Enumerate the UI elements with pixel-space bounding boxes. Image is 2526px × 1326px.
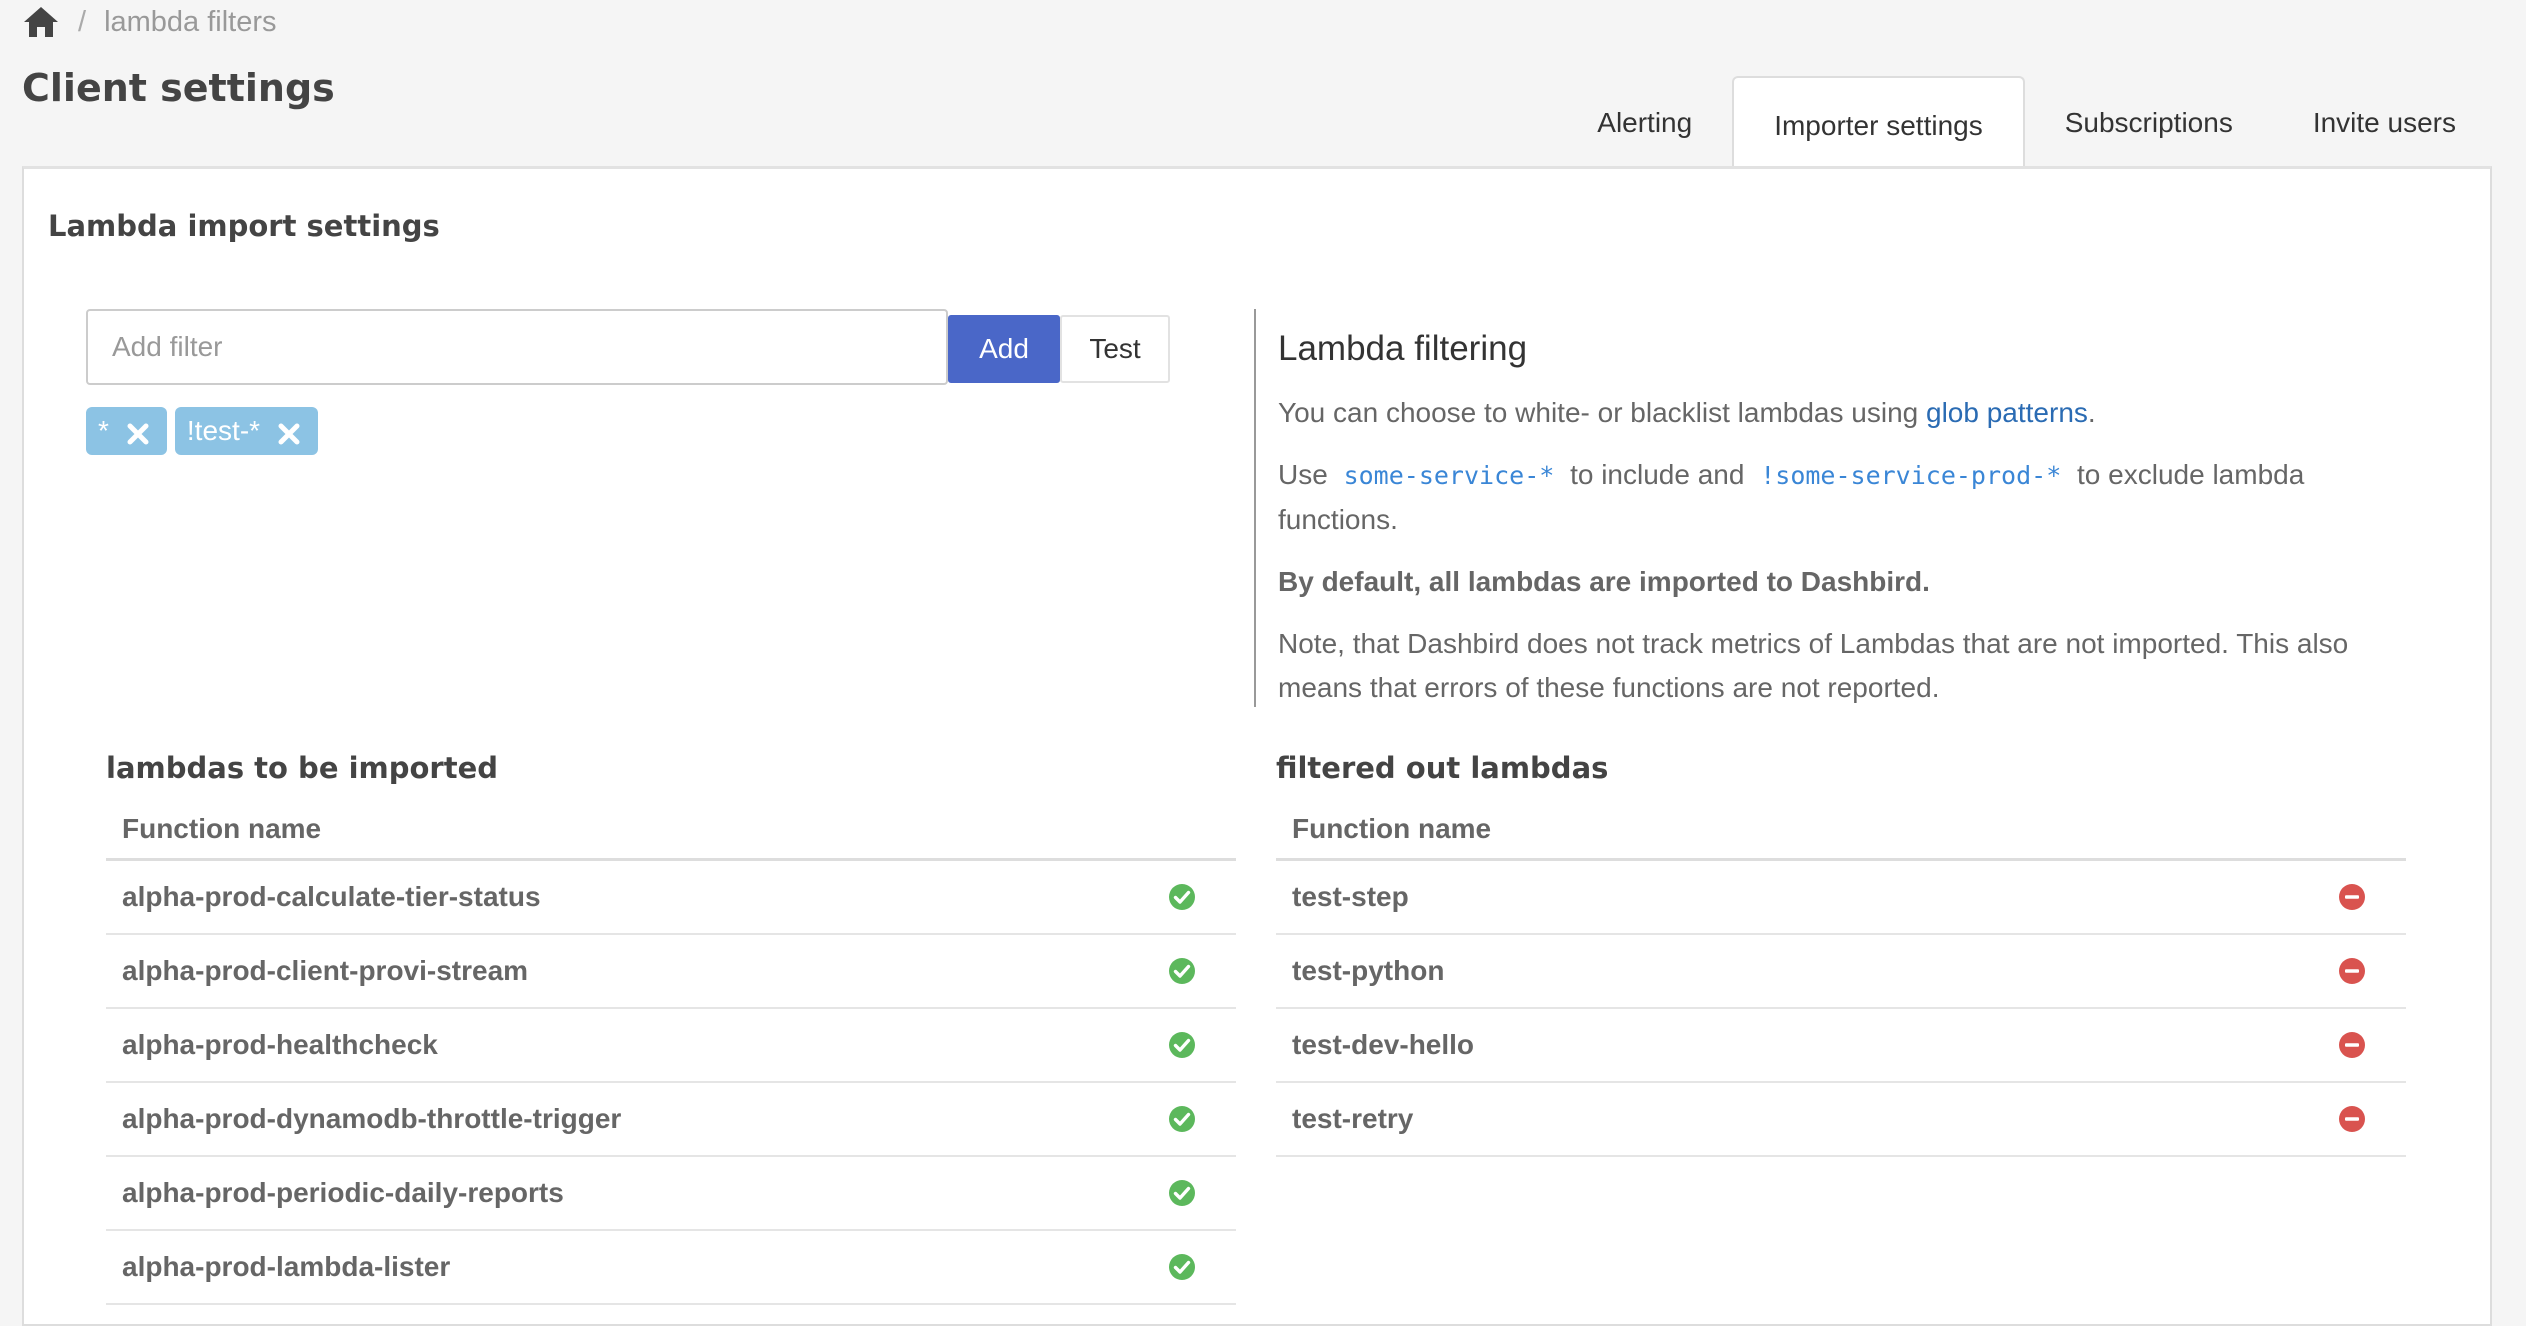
- add-filter-input[interactable]: [86, 309, 948, 385]
- check-circle-icon: [1168, 1179, 1196, 1207]
- check-circle-icon: [1168, 883, 1196, 911]
- tab-importer-settings[interactable]: Importer settings: [1732, 76, 2025, 168]
- check-circle-icon: [1168, 957, 1196, 985]
- help-text: You can choose to white- or blacklist la…: [1278, 397, 1919, 428]
- function-name: alpha-prod-lambda-lister: [122, 1251, 451, 1282]
- table-row: test-retry: [1276, 1083, 2406, 1157]
- function-name: alpha-prod-dynamodb-throttle-trigger: [122, 1103, 622, 1134]
- help-text: .: [2087, 397, 2096, 428]
- filtered-list-title: filtered out lambdas: [1276, 751, 1609, 785]
- page-title: Client settings: [22, 66, 335, 110]
- help-paragraph: You can choose to white- or blacklist la…: [1278, 391, 2354, 435]
- help-text: Use: [1278, 459, 1328, 490]
- remove-tag-icon[interactable]: [278, 420, 300, 445]
- check-circle-icon: [1168, 1031, 1196, 1059]
- remove-tag-icon[interactable]: [127, 420, 149, 445]
- add-filter-button[interactable]: Add: [948, 315, 1060, 383]
- filter-tag: !test-*: [174, 407, 319, 455]
- function-name: test-python: [1292, 955, 1445, 986]
- filter-tag-label: *: [98, 415, 109, 446]
- table-row: alpha-prod-periodic-daily-reports: [106, 1157, 1236, 1231]
- breadcrumb: / lambda filters: [22, 0, 277, 44]
- test-filter-button[interactable]: Test: [1060, 315, 1170, 383]
- table-row: test-dev-hello: [1276, 1009, 2406, 1083]
- home-icon[interactable]: [22, 5, 60, 39]
- imported-table: Function name alpha-prod-calculate-tier-…: [106, 799, 1236, 1305]
- table-row: alpha-prod-lambda-lister: [106, 1231, 1236, 1305]
- table-row: alpha-prod-calculate-tier-status: [106, 861, 1236, 935]
- function-name: test-retry: [1292, 1103, 1414, 1134]
- table-row: alpha-prod-dynamodb-throttle-trigger: [106, 1083, 1236, 1157]
- help-paragraph: Use some-service-* to include and !some-…: [1278, 453, 2354, 542]
- function-name: test-dev-hello: [1292, 1029, 1475, 1060]
- table-row: test-step: [1276, 861, 2406, 935]
- minus-circle-icon: [2338, 1105, 2366, 1133]
- function-name: alpha-prod-calculate-tier-status: [122, 881, 541, 912]
- filtering-help: Lambda filtering You can choose to white…: [1254, 309, 2354, 707]
- help-heading: Lambda filtering: [1278, 329, 1528, 368]
- table-row: alpha-prod-client-provi-stream: [106, 935, 1236, 1009]
- help-text: to include and: [1570, 459, 1745, 490]
- tab-alerting[interactable]: Alerting: [1557, 78, 1732, 168]
- table-row: test-python: [1276, 935, 2406, 1009]
- include-pattern-example: some-service-*: [1343, 461, 1555, 490]
- table-header: Function name: [1276, 799, 2406, 861]
- breadcrumb-separator: /: [78, 5, 87, 38]
- breadcrumb-current: lambda filters: [104, 5, 277, 38]
- imported-list-title: lambdas to be imported: [106, 751, 499, 785]
- section-title: Lambda import settings: [48, 209, 440, 243]
- function-name: test-step: [1292, 881, 1409, 912]
- default-import-note: By default, all lambdas are imported to …: [1278, 566, 1930, 597]
- minus-circle-icon: [2338, 957, 2366, 985]
- function-name: alpha-prod-client-provi-stream: [122, 955, 529, 986]
- filter-tag-label: !test-*: [186, 415, 261, 446]
- check-circle-icon: [1168, 1105, 1196, 1133]
- minus-circle-icon: [2338, 883, 2366, 911]
- tab-invite-users[interactable]: Invite users: [2273, 78, 2496, 168]
- filtered-table: Function name test-step test-python test-d…: [1276, 799, 2406, 1157]
- filter-tags: * !test-*: [86, 407, 319, 455]
- settings-panel: Lambda import settings Add Test * !test-…: [22, 166, 2492, 1326]
- check-circle-icon: [1168, 1253, 1196, 1281]
- glob-patterns-link[interactable]: glob patterns: [1926, 397, 2088, 428]
- minus-circle-icon: [2338, 1031, 2366, 1059]
- function-name: alpha-prod-healthcheck: [122, 1029, 438, 1060]
- function-name: alpha-prod-periodic-daily-reports: [122, 1177, 564, 1208]
- tracking-note: Note, that Dashbird does not track metri…: [1278, 628, 2349, 703]
- settings-tabs: Alerting Importer settings Subscriptions…: [1557, 76, 2496, 168]
- exclude-pattern-example: !some-service-prod-*: [1760, 461, 2062, 490]
- table-row: alpha-prod-healthcheck: [106, 1009, 1236, 1083]
- filter-tag: *: [86, 407, 167, 455]
- table-header: Function name: [106, 799, 1236, 861]
- tab-subscriptions[interactable]: Subscriptions: [2025, 78, 2273, 168]
